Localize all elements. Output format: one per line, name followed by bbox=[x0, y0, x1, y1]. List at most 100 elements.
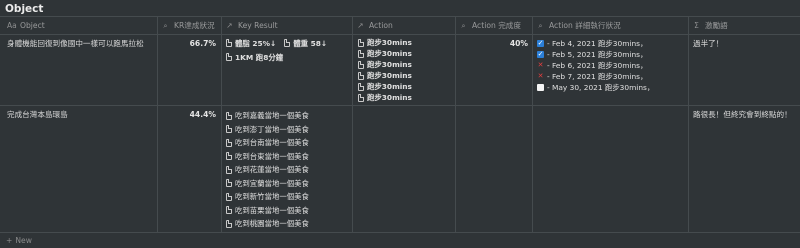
search-icon: ⌕ bbox=[163, 20, 168, 30]
relation-page-link[interactable]: 跑步30mins bbox=[358, 92, 452, 103]
column-divider bbox=[688, 17, 689, 232]
column-header-object[interactable]: Aa Object bbox=[7, 17, 155, 34]
relation-page-title: 吃到宜蘭當地一個美食 bbox=[235, 178, 309, 188]
page-title: Object bbox=[5, 3, 44, 15]
column-header-kr-status[interactable]: ⌕ KR達成狀況 bbox=[161, 17, 219, 34]
page-icon bbox=[226, 125, 232, 134]
relation-page-link[interactable]: 吃到台南當地一個美食 bbox=[226, 136, 350, 150]
relation-page-link[interactable]: 吃到桃園當地一個美食 bbox=[226, 217, 350, 231]
page-icon bbox=[226, 111, 232, 120]
action-details-cell: ✓ - Feb 4, 2021 跑步30mins， ✓ - Feb 5, 2021 … bbox=[537, 38, 687, 98]
action-detail-line: ✓ - Feb 5, 2021 跑步30mins， bbox=[537, 49, 687, 60]
red-cross-icon: ✕ bbox=[537, 61, 544, 69]
object-cell[interactable]: 完成台灣本島環島 bbox=[7, 109, 155, 121]
checked-checkbox-icon[interactable]: ✓ bbox=[537, 51, 544, 58]
motivation-cell: 過半了！ bbox=[693, 39, 724, 48]
relation-page-link[interactable]: 吃到新竹當地一個美食 bbox=[226, 190, 350, 204]
relation-page-title: 1KM 跑8分鐘 bbox=[235, 52, 284, 62]
key-result-cell: 吃到嘉義當地一個美食 吃到澎丁當地一個美食 吃到台南當地一個美食 吃到台東當地一… bbox=[226, 109, 350, 231]
action-detail-text: - Feb 5, 2021 跑步30mins， bbox=[547, 50, 648, 59]
relation-page-link[interactable]: 吃到苗栗當地一個美食 bbox=[226, 204, 350, 218]
relation-page-link[interactable]: 1KM 跑8分鐘 bbox=[226, 51, 350, 63]
action-detail-text: - Feb 6, 2021 跑步30mins， bbox=[547, 61, 648, 70]
column-header-label: Action 完成度 bbox=[472, 21, 521, 30]
plus-icon: + bbox=[6, 236, 13, 245]
column-header-label: Action 詳細執行狀況 bbox=[549, 21, 621, 30]
column-header-action-details[interactable]: ⌕ Action 詳細執行狀況 bbox=[536, 17, 686, 34]
page-icon bbox=[226, 39, 232, 47]
column-header-label: Object bbox=[20, 21, 45, 30]
action-completion-cell bbox=[456, 106, 532, 232]
relation-page-title: 吃到桃園當地一個美食 bbox=[235, 219, 309, 229]
relation-page-title: 吃到澎丁當地一個美食 bbox=[235, 124, 309, 134]
relation-page-title: 吃到花蓮當地一個美食 bbox=[235, 165, 309, 175]
relation-page-title: 跑步30mins bbox=[367, 38, 412, 47]
column-header-label: KR達成狀況 bbox=[174, 21, 215, 30]
relation-page-link[interactable]: 吃到台東當地一個美食 bbox=[226, 150, 350, 164]
arrow-up-right-icon: ↗ bbox=[357, 21, 364, 30]
sigma-icon: Σ bbox=[694, 21, 699, 30]
column-header-motivation[interactable]: Σ 激勵語 bbox=[692, 17, 798, 34]
action-detail-text: - Feb 7, 2021 跑步30mins， bbox=[547, 72, 648, 81]
page-icon bbox=[358, 93, 364, 102]
relation-page-link[interactable]: 跑步30mins bbox=[358, 81, 452, 92]
column-header-label: Key Result bbox=[238, 21, 278, 30]
action-detail-text: - Feb 4, 2021 跑步30mins， bbox=[547, 39, 648, 48]
page-icon bbox=[226, 138, 232, 147]
arrow-up-right-icon: ↗ bbox=[226, 21, 233, 30]
new-row-button[interactable]: + New bbox=[6, 236, 32, 245]
table-bottom-divider bbox=[0, 232, 800, 233]
relation-page-link[interactable]: 吃到澎丁當地一個美食 bbox=[226, 123, 350, 137]
column-header-key-result[interactable]: ↗ Key Result bbox=[225, 17, 350, 34]
relation-page-title: 跑步30mins bbox=[367, 93, 412, 102]
key-result-cell: 體脂 25%↓ 體重 58↓ 1KM 跑8分鐘 bbox=[226, 37, 350, 67]
column-header-label: 激勵語 bbox=[705, 21, 728, 30]
relation-page-title: 跑步30mins bbox=[367, 71, 412, 80]
new-row-label: New bbox=[15, 236, 32, 245]
relation-page-title: 吃到台南當地一個美食 bbox=[235, 138, 309, 148]
relation-page-title: 跑步30mins bbox=[367, 60, 412, 69]
column-header-action[interactable]: ↗ Action bbox=[356, 17, 453, 34]
action-completion-cell: 40% bbox=[509, 39, 528, 48]
relation-page-link[interactable]: 跑步30mins bbox=[358, 70, 452, 81]
column-header-action-completion[interactable]: ⌕ Action 完成度 bbox=[459, 17, 530, 34]
kr-status-cell: 44.4% bbox=[189, 110, 216, 119]
page-icon bbox=[284, 39, 291, 47]
relation-page-link[interactable]: 吃到花蓮當地一個美食 bbox=[226, 163, 350, 177]
relation-page-link[interactable]: 吃到嘉義當地一個美食 bbox=[226, 109, 350, 123]
unchecked-checkbox-icon[interactable] bbox=[537, 84, 544, 91]
column-divider bbox=[221, 17, 222, 232]
action-detail-line: ✓ - Feb 4, 2021 跑步30mins， bbox=[537, 38, 687, 49]
page-icon bbox=[226, 192, 232, 201]
relation-page-link[interactable]: 跑步30mins bbox=[358, 48, 452, 59]
action-details-cell bbox=[533, 106, 688, 232]
relation-page-link[interactable]: 跑步30mins bbox=[358, 37, 452, 48]
page-icon bbox=[358, 60, 364, 69]
motivation-cell: 路很長！但終究會到終點的！ bbox=[693, 110, 792, 119]
relation-page-link[interactable]: 吃到宜蘭當地一個美食 bbox=[226, 177, 350, 191]
checked-checkbox-icon[interactable]: ✓ bbox=[537, 40, 544, 47]
relation-page-title: 吃到新竹當地一個美食 bbox=[235, 192, 309, 202]
relation-page-title: 吃到台東當地一個美食 bbox=[235, 151, 309, 161]
page-icon bbox=[358, 82, 364, 91]
page-icon bbox=[226, 206, 232, 215]
text-icon: Aa bbox=[7, 21, 17, 30]
action-detail-text: - May 30, 2021 跑步30mins， bbox=[547, 83, 655, 92]
relation-page-link[interactable]: 體脂 25%↓ bbox=[226, 37, 276, 49]
relation-page-title: 吃到苗栗當地一個美食 bbox=[235, 205, 309, 215]
page-icon bbox=[226, 165, 232, 174]
relation-page-link[interactable]: 跑步30mins bbox=[358, 59, 452, 70]
action-cell[interactable] bbox=[353, 106, 455, 232]
search-icon: ⌕ bbox=[538, 20, 543, 30]
action-detail-line: - May 30, 2021 跑步30mins， bbox=[537, 82, 687, 93]
page-icon bbox=[226, 53, 232, 61]
relation-page-link[interactable]: 體重 58↓ bbox=[284, 37, 327, 49]
page-icon bbox=[226, 152, 232, 161]
object-cell[interactable]: 身體機能回復到像國中一樣可以跑馬拉松 bbox=[7, 38, 155, 50]
column-divider bbox=[157, 17, 158, 232]
column-header-label: Action bbox=[369, 21, 393, 30]
page-icon bbox=[358, 71, 364, 80]
page-icon bbox=[358, 49, 364, 58]
action-cell: 跑步30mins 跑步30mins 跑步30mins 跑步30mins 跑步30… bbox=[358, 37, 452, 105]
action-detail-line: ✕ - Feb 7, 2021 跑步30mins， bbox=[537, 71, 687, 82]
